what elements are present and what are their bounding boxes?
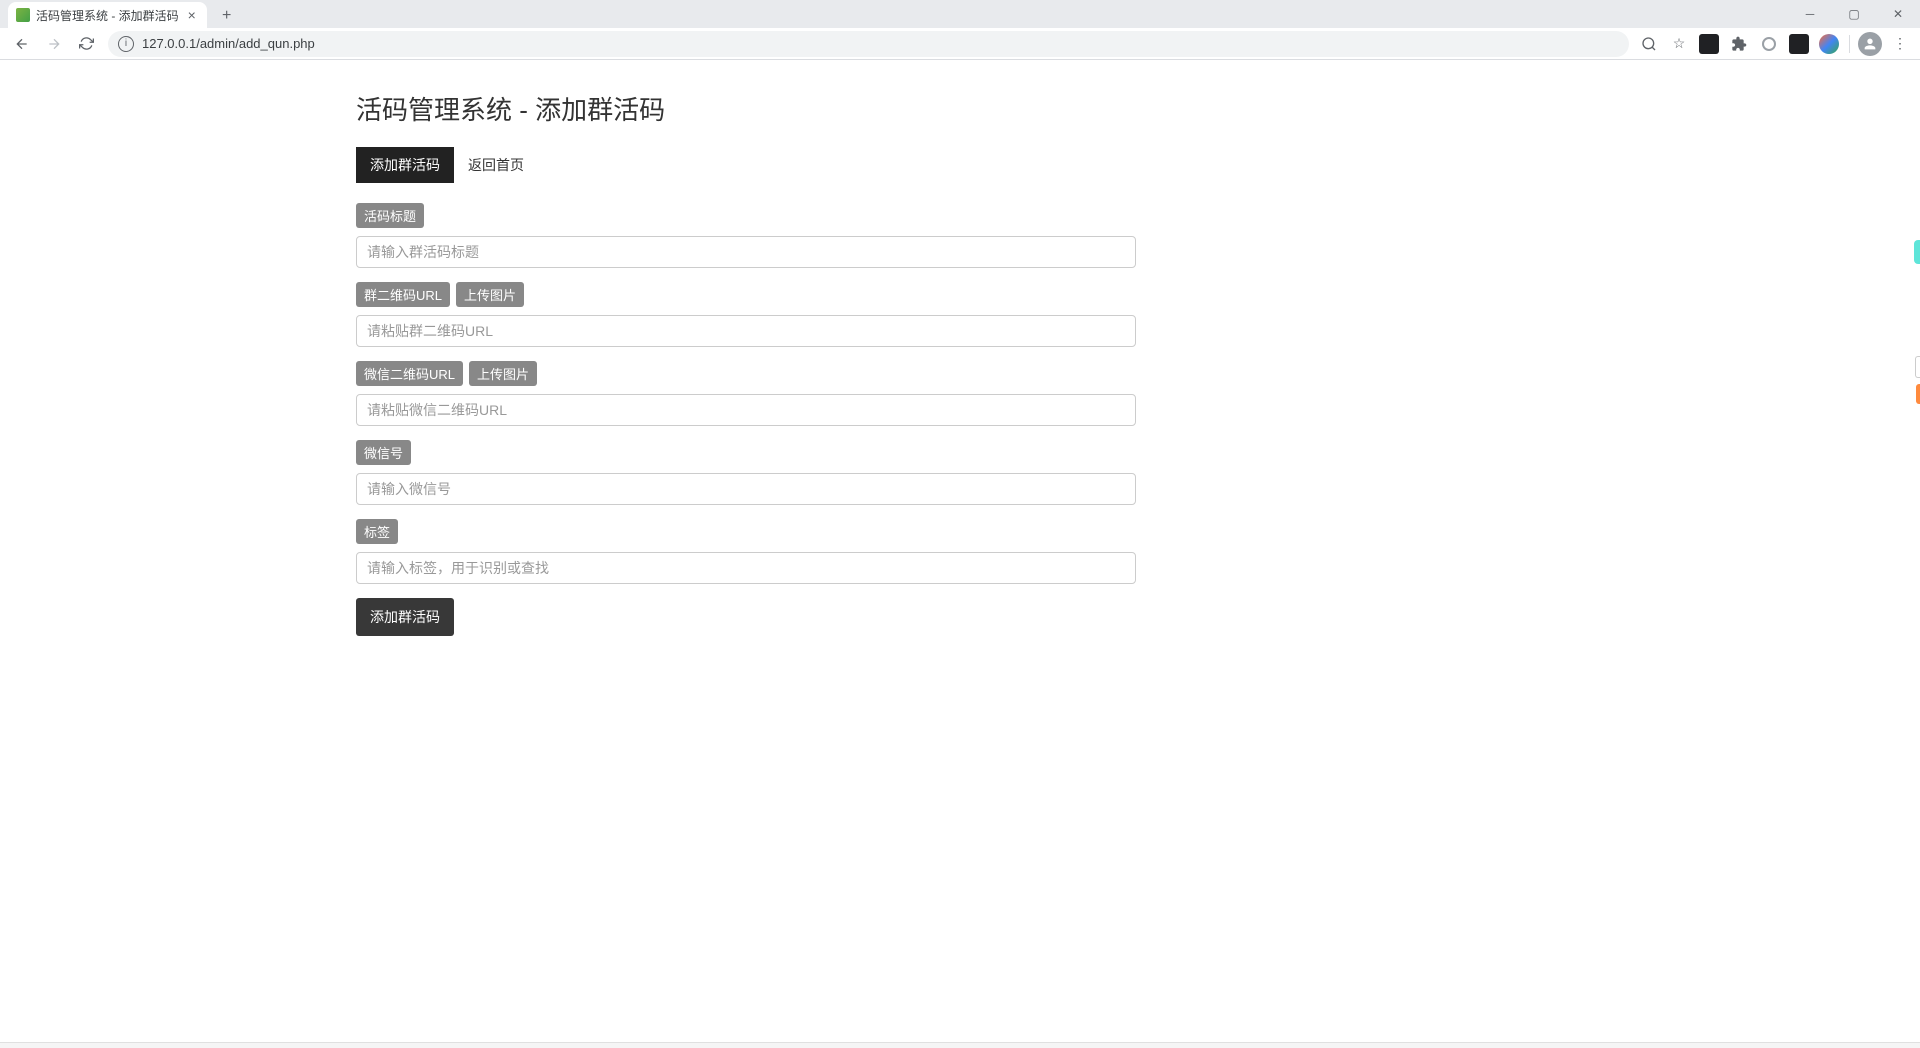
new-tab-button[interactable]: + [215, 4, 239, 28]
form-group-qun-url: 群二维码URL 上传图片 [356, 282, 1136, 347]
browser-chrome: 活码管理系统 - 添加群活码 × + ─ ▢ ✕ i 127.0.0.1/adm… [0, 0, 1920, 60]
form-group-tags: 标签 [356, 519, 1136, 584]
back-button[interactable] [8, 30, 36, 58]
label-wx-id: 微信号 [356, 440, 411, 465]
divider [1849, 35, 1850, 53]
window-controls: ─ ▢ ✕ [1788, 0, 1920, 28]
zoom-icon[interactable] [1637, 32, 1661, 56]
label-qun-url: 群二维码URL [356, 282, 450, 307]
extension-icon-1[interactable] [1697, 32, 1721, 56]
input-wx-id[interactable] [356, 473, 1136, 505]
browser-toolbar: i 127.0.0.1/admin/add_qun.php ☆ ⋮ [0, 28, 1920, 60]
favicon-icon [16, 8, 30, 22]
maximize-button[interactable]: ▢ [1832, 0, 1876, 28]
side-widget-orange[interactable] [1916, 384, 1920, 404]
label-tags: 标签 [356, 519, 398, 544]
close-icon[interactable]: × [185, 8, 199, 22]
input-qun-url[interactable] [356, 315, 1136, 347]
extension-icon-4[interactable] [1817, 32, 1841, 56]
reload-button[interactable] [72, 30, 100, 58]
menu-icon[interactable]: ⋮ [1888, 32, 1912, 56]
upload-wx-button[interactable]: 上传图片 [469, 361, 537, 386]
page-title: 活码管理系统 - 添加群活码 [356, 90, 1136, 127]
submit-button[interactable]: 添加群活码 [356, 598, 454, 636]
form-group-wx-url: 微信二维码URL 上传图片 [356, 361, 1136, 426]
form-group-title: 活码标题 [356, 203, 1136, 268]
tab-add-qun[interactable]: 添加群活码 [356, 147, 454, 183]
side-widget-gray[interactable] [1915, 356, 1920, 378]
browser-tab[interactable]: 活码管理系统 - 添加群活码 × [8, 2, 207, 28]
extensions-icon[interactable] [1727, 32, 1751, 56]
url-text: 127.0.0.1/admin/add_qun.php [142, 36, 315, 51]
input-tags[interactable] [356, 552, 1136, 584]
tab-title: 活码管理系统 - 添加群活码 [36, 7, 179, 24]
extension-icon-3[interactable] [1787, 32, 1811, 56]
bookmark-icon[interactable]: ☆ [1667, 32, 1691, 56]
label-wx-url: 微信二维码URL [356, 361, 463, 386]
taskbar-hint [0, 1042, 1920, 1048]
toolbar-right: ☆ ⋮ [1637, 32, 1912, 56]
site-info-icon[interactable]: i [118, 36, 134, 52]
side-widget-teal[interactable] [1914, 240, 1920, 264]
address-bar[interactable]: i 127.0.0.1/admin/add_qun.php [108, 31, 1629, 57]
page-content: 活码管理系统 - 添加群活码 添加群活码 返回首页 活码标题 群二维码URL 上… [356, 60, 1136, 666]
upload-qun-button[interactable]: 上传图片 [456, 282, 524, 307]
label-title: 活码标题 [356, 203, 424, 228]
tab-nav: 添加群活码 返回首页 [356, 147, 1136, 183]
tab-strip: 活码管理系统 - 添加群活码 × + ─ ▢ ✕ [0, 0, 1920, 28]
input-wx-url[interactable] [356, 394, 1136, 426]
input-title[interactable] [356, 236, 1136, 268]
form-group-wx-id: 微信号 [356, 440, 1136, 505]
tab-back-home[interactable]: 返回首页 [454, 147, 538, 183]
profile-avatar[interactable] [1858, 32, 1882, 56]
extension-icon-2[interactable] [1757, 32, 1781, 56]
close-window-button[interactable]: ✕ [1876, 0, 1920, 28]
forward-button[interactable] [40, 30, 68, 58]
minimize-button[interactable]: ─ [1788, 0, 1832, 28]
